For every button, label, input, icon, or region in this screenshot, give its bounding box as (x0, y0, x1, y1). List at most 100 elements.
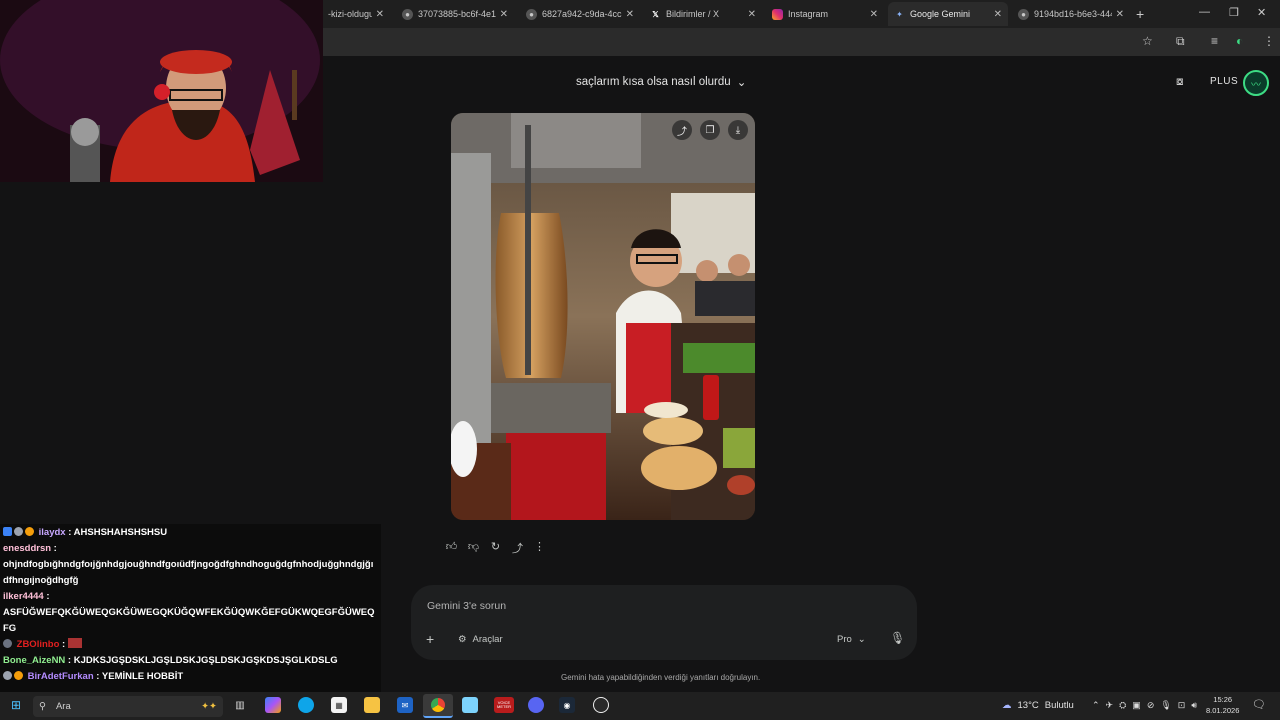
disclaimer-text: Gemini hata yapabildiğinden verdiği yanı… (561, 673, 761, 682)
tray-icon[interactable]: ✈ (1106, 700, 1114, 711)
chat-username[interactable]: enesddrsn (3, 543, 51, 554)
notes-icon[interactable] (462, 697, 478, 713)
bookmark-star-icon[interactable]: ☆ (1142, 34, 1153, 48)
prompt-input[interactable]: Gemini 3'e sorun (427, 600, 506, 612)
new-tab-button[interactable]: + (1136, 6, 1144, 22)
more-options-icon[interactable]: ⋮ (533, 540, 546, 556)
tab-4[interactable]: 𝕏 Bildirimler / X ✕ (644, 2, 762, 26)
temporary-chat-icon[interactable]: ⧇ (1176, 74, 1184, 89)
chat-username[interactable]: ZBOlinbo (17, 639, 60, 650)
search-input[interactable]: Ara (56, 701, 71, 712)
media-control-icon[interactable]: ≡ (1211, 34, 1218, 48)
globe-icon: ● (402, 8, 413, 20)
webcam-overlay (0, 0, 323, 182)
model-selector[interactable]: Pro ⌄ (837, 634, 866, 645)
chat-message: BirAdetFurkan : YEMİNLE HOBBİT (3, 669, 378, 685)
network-icon[interactable]: ⊡ (1178, 700, 1186, 711)
chevron-down-icon: ⌄ (857, 634, 866, 645)
generated-image[interactable] (451, 113, 755, 520)
response-actions: 👍︎ 👎︎ ↻ ⤴ ⋮ (445, 540, 546, 556)
steam-icon[interactable]: ◉ (559, 697, 575, 713)
file-explorer-icon[interactable] (364, 697, 380, 713)
voicemeeter-icon[interactable]: VOICE METER (494, 697, 514, 713)
tab-close-icon[interactable]: ✕ (376, 9, 384, 20)
chat-username[interactable]: ilaydx (39, 527, 66, 538)
taskbar-clock[interactable]: 15:26 8.01.2026 (1206, 695, 1239, 716)
badge-icon (3, 638, 12, 648)
system-tray: ⌃ ✈ ⛭ ▣ ⊘ 🎙︎ ⊡ 🔊︎ (1092, 700, 1197, 711)
tab-close-icon[interactable]: ✕ (500, 9, 508, 20)
store-icon[interactable]: ▦ (331, 697, 347, 713)
chevron-up-icon[interactable]: ⌃ (1092, 700, 1100, 711)
tray-icon[interactable]: ⊘ (1147, 700, 1155, 711)
stream-chat-overlay: ilaydx : AHSHSHAHSHSHSU enesddrsn : ohjn… (0, 524, 381, 692)
weather-temp: 13°C (1017, 700, 1039, 711)
volume-icon[interactable]: 🔊︎ (1191, 700, 1197, 711)
regenerate-icon[interactable]: ↻ (489, 540, 502, 556)
tab-title: 9194bd16-b6e3-444 (1034, 9, 1112, 19)
add-attachment-button[interactable]: + (426, 631, 434, 647)
task-view-icon[interactable]: ▥ (232, 697, 248, 713)
tray-icon[interactable]: ⛭ (1119, 700, 1126, 711)
thumbs-down-icon[interactable]: 👎︎ (467, 540, 480, 556)
emote-icon (67, 637, 82, 648)
edge-icon[interactable] (298, 697, 314, 713)
tools-button[interactable]: ⚙ Araçlar (458, 634, 503, 645)
tab-title: Bildirimler / X (666, 9, 720, 19)
tab-1[interactable]: -kizi-oldugun ✕ (322, 2, 390, 26)
tab-close-icon[interactable]: ✕ (626, 9, 634, 20)
share-icon[interactable]: ⤴ (672, 120, 692, 140)
avatar[interactable]: 〰 (1243, 70, 1269, 96)
clock-date: 8.01.2026 (1206, 705, 1240, 715)
tab-title: -kizi-oldugun (328, 9, 372, 19)
copy-icon[interactable]: ❐ (700, 120, 720, 140)
restore-icon[interactable]: ❐ (1229, 6, 1239, 19)
tab-title: Google Gemini (910, 9, 971, 19)
close-window-icon[interactable]: ✕ (1257, 6, 1266, 19)
thumbs-up-icon[interactable]: 👍︎ (445, 540, 458, 556)
notification-icon[interactable]: 🗨︎ (1252, 698, 1266, 711)
search-icon: ⚲ (39, 701, 46, 712)
minimize-icon[interactable]: — (1199, 6, 1210, 18)
windows-start-icon[interactable]: ⊞ (8, 697, 24, 713)
chat-username[interactable]: ilker4444 (3, 591, 44, 602)
conversation-title[interactable]: saçlarım kısa olsa nasıl olurdu ⌄ (576, 75, 746, 89)
cloud-icon: ☁ (1002, 700, 1012, 711)
tools-icon: ⚙ (458, 634, 467, 645)
mail-icon[interactable]: ✉ (397, 697, 413, 713)
tab-3[interactable]: ● 6827a942-c9da-4cc5 ✕ (520, 2, 640, 26)
sparkle-icon: ✦✦ (201, 701, 217, 712)
tab-title: Instagram (788, 9, 829, 19)
plan-badge: PLUS (1210, 76, 1239, 87)
chat-message: ZBOlinbo : (3, 637, 378, 653)
microphone-icon[interactable]: 🎙︎ (890, 631, 905, 645)
tab-close-icon[interactable]: ✕ (870, 9, 878, 20)
chat-username[interactable]: BirAdetFurkan (28, 671, 94, 682)
taskbar-search[interactable]: ⚲ Ara ✦✦ (33, 696, 223, 717)
browser-menu-icon[interactable]: ⋮ (1263, 34, 1275, 48)
download-icon[interactable]: ⤓ (728, 120, 748, 140)
tab-close-icon[interactable]: ✕ (994, 9, 1002, 20)
discord-icon[interactable] (528, 697, 544, 713)
tab-5[interactable]: Instagram ✕ (766, 2, 884, 26)
prompt-input-box[interactable] (411, 585, 917, 660)
obs-icon[interactable] (593, 697, 609, 713)
extensions-icon[interactable]: ⧉ (1176, 34, 1185, 49)
tab-7[interactable]: ● 9194bd16-b6e3-444 ✕ (1012, 2, 1130, 26)
tray-icon[interactable]: ▣ (1132, 700, 1141, 711)
globe-icon: ● (526, 8, 537, 20)
tab-6-active[interactable]: ✦ Google Gemini ✕ (888, 2, 1008, 26)
chat-username[interactable]: Bone_AizeNN (3, 655, 65, 666)
copilot-icon[interactable] (265, 697, 281, 713)
microphone-icon[interactable]: 🎙︎ (1160, 700, 1171, 711)
tab-close-icon[interactable]: ✕ (1116, 9, 1124, 20)
profile-icon[interactable]: ◐ (1236, 34, 1243, 48)
tab-2[interactable]: ● 37073885-bc6f-4e1c ✕ (396, 2, 514, 26)
share-icon[interactable]: ⤴ (511, 540, 524, 556)
conversation-title-text: saçlarım kısa olsa nasıl olurdu (576, 76, 731, 88)
chrome-app-active[interactable] (423, 694, 453, 718)
tab-close-icon[interactable]: ✕ (748, 9, 756, 20)
chat-message: enesddrsn : ohjndfogbığhndgfoıjğnhdgjouğ… (3, 542, 374, 586)
weather-widget[interactable]: ☁ 13°C Bulutlu (1002, 700, 1074, 711)
chat-message: ilaydx : AHSHSHAHSHSHSU (3, 525, 378, 541)
